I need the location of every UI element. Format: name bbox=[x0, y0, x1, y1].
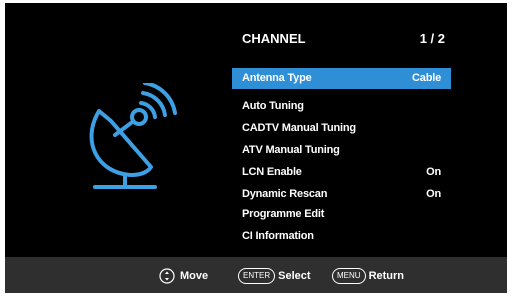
menu-item-auto-tuning[interactable]: Auto Tuning bbox=[232, 96, 451, 117]
menu-item-cadtv-manual-tuning[interactable]: CADTV Manual Tuning bbox=[232, 118, 451, 139]
return-hint: MENU Return bbox=[332, 268, 404, 284]
menu-item-label: Dynamic Rescan bbox=[242, 188, 328, 200]
menu-item-label: CI Information bbox=[242, 230, 314, 242]
menu-item-label: Auto Tuning bbox=[242, 100, 304, 112]
menu-item-label: LCN Enable bbox=[242, 166, 302, 178]
menu-item-value: On bbox=[426, 166, 441, 178]
menu-item-antenna-type[interactable]: Antenna Type Cable bbox=[232, 68, 451, 89]
menu-item-ci-information[interactable]: CI Information bbox=[232, 226, 451, 247]
select-hint: ENTER Select bbox=[238, 268, 311, 284]
select-hint-label: Select bbox=[278, 270, 311, 282]
menu-item-lcn-enable[interactable]: LCN Enable On bbox=[232, 162, 451, 183]
move-hint-label: Move bbox=[180, 270, 209, 282]
menu-item-value: Cable bbox=[412, 72, 441, 84]
enter-key-icon: ENTER bbox=[238, 268, 276, 284]
menu-title: CHANNEL bbox=[242, 31, 306, 46]
dpad-icon bbox=[159, 268, 175, 284]
menu-item-atv-manual-tuning[interactable]: ATV Manual Tuning bbox=[232, 140, 451, 161]
menu-header: CHANNEL 1 / 2 bbox=[242, 29, 445, 49]
menu-item-value: On bbox=[426, 188, 441, 200]
tv-menu-panel: CHANNEL 1 / 2 Antenna Type Cable Auto Tu… bbox=[5, 3, 507, 293]
menu-item-programme-edit[interactable]: Programme Edit bbox=[232, 204, 451, 225]
satellite-dish-icon bbox=[89, 83, 177, 189]
menu-key-icon: MENU bbox=[332, 268, 366, 284]
menu-item-label: ATV Manual Tuning bbox=[242, 144, 340, 156]
move-hint: Move bbox=[159, 268, 208, 284]
menu-item-label: CADTV Manual Tuning bbox=[242, 122, 356, 134]
footer-hint-bar: Move ENTER Select MENU Return bbox=[5, 257, 507, 293]
return-hint-label: Return bbox=[368, 270, 405, 282]
menu-item-label: Programme Edit bbox=[242, 208, 325, 220]
menu-item-dynamic-rescan[interactable]: Dynamic Rescan On bbox=[232, 184, 451, 205]
menu-item-label: Antenna Type bbox=[242, 72, 312, 84]
page-indicator: 1 / 2 bbox=[419, 31, 445, 46]
